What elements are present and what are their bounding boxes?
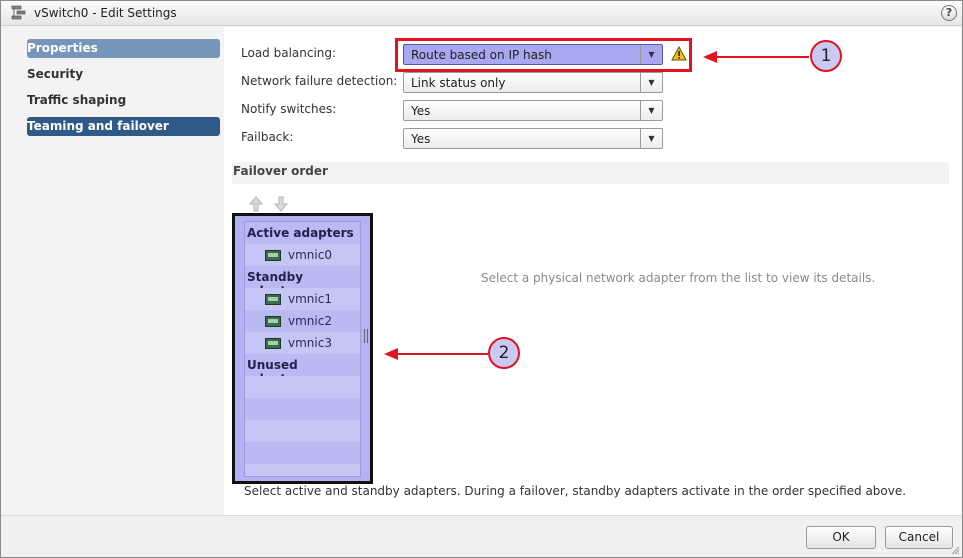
network-adapter-icon [265, 250, 281, 261]
group-unused-adapters: Unused adapters [247, 358, 307, 386]
teaming-failover-panel: Load balancing: Route based on IP hash ▼… [224, 27, 961, 515]
sidebar-item-properties[interactable]: Properties [27, 39, 220, 58]
callout-number-1: 1 [810, 40, 842, 72]
sidebar-item-security[interactable]: Security [27, 65, 220, 84]
title-bar[interactable]: vSwitch0 - Edit Settings ? [1, 1, 962, 26]
settings-sidebar: Properties Security Traffic shaping Team… [3, 27, 223, 515]
network-adapter-icon [265, 316, 281, 327]
adapter-details-placeholder: Select a physical network adapter from t… [481, 271, 876, 285]
arrow-down-icon[interactable] [274, 196, 288, 212]
panel-resize-handle[interactable] [364, 329, 368, 343]
chevron-down-icon[interactable]: ▼ [640, 73, 662, 92]
failback-label: Failback: [241, 130, 294, 144]
load-balancing-label: Load balancing: [241, 46, 337, 60]
group-active-adapters: Active adapters [247, 226, 354, 240]
chevron-down-icon[interactable]: ▼ [640, 129, 662, 148]
empty-row [245, 398, 360, 420]
arrow-up-icon[interactable] [249, 196, 263, 212]
failover-order-header: Failover order [232, 162, 949, 184]
adapter-row-vmnic0[interactable]: vmnic0 [245, 244, 360, 266]
network-failure-detection-value: Link status only [411, 76, 506, 90]
failback-value: Yes [411, 132, 431, 146]
failback-select[interactable]: Yes ▼ [403, 128, 663, 149]
chevron-down-icon[interactable]: ▼ [640, 101, 662, 120]
adapter-row-vmnic3[interactable]: vmnic3 [245, 332, 360, 354]
failover-adapter-panel: Active adapters vmnic0 Standby adapters … [232, 213, 373, 484]
failover-help-text: Select active and standby adapters. Duri… [244, 484, 907, 498]
callout-arrow-2 [384, 348, 488, 360]
window-title: vSwitch0 - Edit Settings [34, 6, 177, 20]
empty-row [245, 442, 360, 464]
group-standby-adapters: Standby adapters [247, 270, 307, 298]
cancel-button[interactable]: Cancel [885, 526, 953, 549]
network-failure-detection-select[interactable]: Link status only ▼ [403, 72, 663, 93]
empty-row [245, 464, 360, 476]
dialog-button-bar: OK Cancel [1, 515, 962, 557]
adapter-name: vmnic1 [288, 292, 332, 306]
sidebar-item-traffic-shaping[interactable]: Traffic shaping [27, 91, 220, 110]
sidebar-item-teaming-and-failover[interactable]: Teaming and failover [27, 117, 220, 136]
notify-switches-value: Yes [411, 104, 431, 118]
ok-button[interactable]: OK [806, 526, 876, 549]
network-adapter-icon [265, 294, 281, 305]
adapter-name: vmnic2 [288, 314, 332, 328]
notify-switches-label: Notify switches: [241, 102, 337, 116]
callout-box-load-balancing [395, 38, 692, 72]
callout-number-2: 2 [488, 337, 520, 369]
adapter-row-vmnic1[interactable]: vmnic1 [245, 288, 360, 310]
vswitch-icon [11, 5, 26, 20]
network-failure-detection-label: Network failure detection: [241, 74, 398, 88]
adapter-row-vmnic2[interactable]: vmnic2 [245, 310, 360, 332]
edit-settings-dialog: vSwitch0 - Edit Settings ? Properties Se… [0, 0, 963, 558]
adapter-list[interactable]: Active adapters vmnic0 Standby adapters … [244, 221, 361, 477]
resize-grip-icon[interactable] [950, 545, 960, 555]
network-adapter-icon [265, 338, 281, 349]
adapter-name: vmnic3 [288, 336, 332, 350]
adapter-name: vmnic0 [288, 248, 332, 262]
help-icon[interactable]: ? [941, 5, 957, 21]
empty-row [245, 376, 360, 398]
notify-switches-select[interactable]: Yes ▼ [403, 100, 663, 121]
callout-arrow-1 [703, 51, 809, 63]
empty-row [245, 420, 360, 442]
